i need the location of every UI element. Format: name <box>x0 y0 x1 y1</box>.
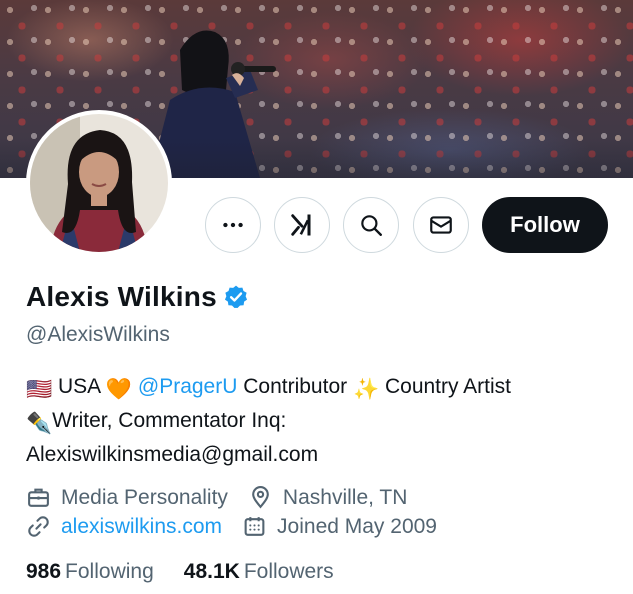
profile-meta: Media Personality Nashville, TN alexiswi… <box>26 483 457 541</box>
orange-heart-emoji: 🧡 <box>105 378 133 401</box>
followers-count: 48.1K <box>183 560 240 583</box>
user-handle: @AlexisWilkins <box>26 323 170 346</box>
category-label: Media Personality <box>61 485 228 509</box>
joined-item: Joined May 2009 <box>242 514 437 539</box>
bio-writer: Writer, Commentator Inq: <box>52 409 287 432</box>
link-icon <box>28 516 49 537</box>
website-item[interactable]: alexiswilkins.com <box>26 514 222 539</box>
search-icon <box>361 215 382 236</box>
grok-icon <box>291 214 311 236</box>
location-pin-icon <box>252 486 269 509</box>
message-icon <box>430 216 452 234</box>
bio-line-2: ✒️Writer, Commentator Inq: <box>26 405 616 439</box>
us-flag-emoji: 🇺🇸 <box>26 378 53 401</box>
category-item: Media Personality <box>26 485 228 510</box>
location-label: Nashville, TN <box>282 485 408 509</box>
joined-label: Joined May 2009 <box>277 514 437 538</box>
mention-link[interactable]: @PragerU <box>138 375 238 398</box>
bio-line-1: 🇺🇸 USA 🧡 @PragerU Contributor ✨ Country … <box>26 371 616 405</box>
bio-email: Alexiswilkinsmedia@gmail.com <box>26 443 319 466</box>
profile-actions: Follow <box>0 197 633 255</box>
more-icon <box>223 222 243 228</box>
follow-stats: 986 Following 48.1K Followers <box>26 560 364 584</box>
search-profile-button[interactable] <box>343 197 399 253</box>
display-name: Alexis Wilkins <box>26 281 217 312</box>
briefcase-icon <box>28 488 49 507</box>
sparkles-emoji: ✨ <box>352 378 380 401</box>
calendar-icon <box>244 517 265 536</box>
followers-link[interactable]: 48.1K Followers <box>184 560 334 584</box>
message-button[interactable] <box>413 197 469 253</box>
bio-country: USA <box>58 375 101 398</box>
bio-country-artist: Country Artist <box>384 375 512 398</box>
verified-badge-icon[interactable] <box>223 284 249 310</box>
following-link[interactable]: 986 Following <box>26 560 154 584</box>
name-row: Alexis Wilkins <box>26 281 249 313</box>
bio-contributor: Contributor <box>243 375 348 398</box>
location-item: Nashville, TN <box>248 485 407 510</box>
more-options-button[interactable] <box>205 197 261 253</box>
follow-button[interactable]: Follow <box>482 197 608 253</box>
website-link[interactable]: alexiswilkins.com <box>61 515 222 539</box>
following-label: Following <box>65 560 154 583</box>
grok-button[interactable] <box>274 197 330 253</box>
profile-bio: 🇺🇸 USA 🧡 @PragerU Contributor ✨ Country … <box>26 371 616 470</box>
following-count: 986 <box>26 560 62 583</box>
pen-emoji: ✒️ <box>26 412 53 435</box>
followers-label: Followers <box>243 560 334 583</box>
